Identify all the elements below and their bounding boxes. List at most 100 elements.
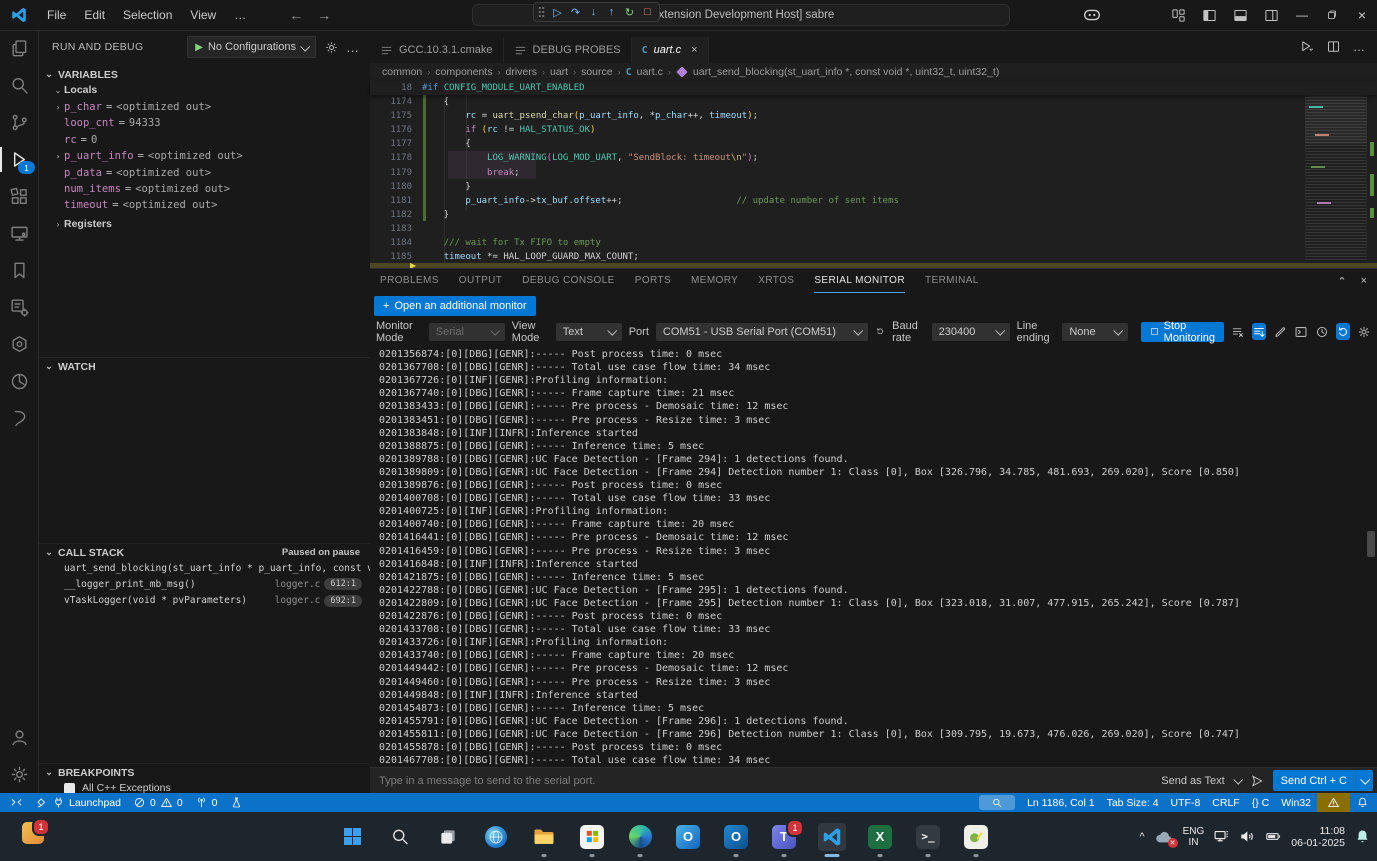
taskbar-outlook-classic[interactable]: O [722, 823, 750, 851]
menu-edit[interactable]: Edit [75, 4, 114, 26]
editor-scrollbar[interactable] [1367, 82, 1377, 268]
toggle-sidebar-icon[interactable] [1202, 8, 1217, 23]
experiments-indicator[interactable] [224, 793, 249, 812]
remote-indicator[interactable] [4, 793, 29, 812]
forward-arrow-icon[interactable]: → [317, 7, 331, 23]
section-breakpoints[interactable]: ⌄BREAKPOINTS [38, 763, 370, 781]
step-over-button[interactable]: ↷ [568, 5, 583, 20]
variable-row[interactable]: num_items=<optimized out> [38, 181, 370, 197]
tab-close-icon[interactable]: × [691, 44, 697, 56]
panel-tab-xrtos[interactable]: XRTOS [758, 269, 794, 293]
registers-row[interactable]: ›Registers [38, 216, 370, 232]
taskbar-file-explorer[interactable] [530, 823, 558, 851]
code-line[interactable]: 1182 } [370, 208, 1377, 222]
menu-selection[interactable]: Selection [114, 4, 181, 26]
panel-tab-memory[interactable]: MEMORY [691, 269, 738, 293]
taskbar-edge[interactable] [626, 823, 654, 851]
network-icon[interactable] [1213, 828, 1230, 845]
code-line[interactable]: 1174 { [370, 95, 1377, 109]
minimap[interactable] [1305, 82, 1367, 260]
step-out-button[interactable]: ↑ [604, 5, 619, 20]
battery-icon[interactable] [1265, 828, 1282, 845]
taskbar-clock[interactable]: 11:08 06-01-2025 [1291, 825, 1345, 849]
taskbar-outlook-new[interactable]: O [674, 823, 702, 851]
sidebar-more-actions-icon[interactable]: … [346, 40, 360, 55]
breakpoint-checkbox[interactable] [64, 783, 75, 794]
notifications-bell[interactable] [1350, 793, 1375, 812]
expand-icon[interactable]: › [52, 103, 64, 112]
activity-hook-tool[interactable] [0, 400, 38, 437]
section-variables[interactable]: ⌄VARIABLES [38, 66, 370, 83]
breadcrumb-item[interactable]: source [581, 66, 613, 78]
send-as-chevron-icon[interactable] [1233, 775, 1243, 785]
panel-tab-problems[interactable]: PROBLEMS [380, 269, 439, 293]
serial-message-input[interactable]: Type in a message to send to the serial … [379, 775, 595, 787]
breadcrumb-item[interactable]: drivers [505, 66, 537, 78]
start-debug-icon[interactable]: ▶ [195, 42, 203, 53]
volume-icon[interactable] [1239, 828, 1256, 845]
breakpoint-row[interactable]: All C++ Exceptions [38, 780, 370, 793]
taskbar-terminal[interactable]: >_ [914, 823, 942, 851]
copilot-icon[interactable] [1081, 4, 1103, 26]
activity-pie-clock[interactable] [0, 363, 38, 400]
ports-indicator[interactable]: 0 [189, 793, 224, 812]
code-line[interactable]: 1185 timeout *= HAL_LOOP_GUARD_MAX_COUNT… [370, 250, 1377, 264]
refresh-ports-icon[interactable] [875, 324, 885, 339]
expand-icon[interactable]: › [52, 152, 64, 161]
launchpad-item[interactable]: Launchpad [29, 793, 127, 812]
variable-row[interactable]: rc=0 [38, 132, 370, 148]
activity-code-runner[interactable] [0, 289, 38, 326]
breadcrumb-item[interactable]: uart_send_blocking(st_uart_info *, const… [693, 66, 999, 78]
taskbar-vscode[interactable] [818, 823, 846, 851]
clear-output-button[interactable] [1231, 323, 1245, 340]
activity-remote-explorer[interactable] [0, 215, 38, 252]
select-port[interactable]: COM51 - USB Serial Port (COM51) [656, 323, 868, 341]
run-file-icon[interactable] [1299, 39, 1314, 54]
status-item-0[interactable]: Ln 1186, Col 1 [1021, 793, 1101, 812]
code-line[interactable]: 1177 { [370, 137, 1377, 151]
select-line-ending[interactable]: None [1062, 323, 1128, 341]
toggle-secondary-sidebar-icon[interactable] [1264, 8, 1279, 23]
activity-account[interactable] [0, 719, 38, 756]
section-call-stack[interactable]: ⌄CALL STACKPaused on pause [38, 543, 370, 561]
status-item-1[interactable]: Tab Size: 4 [1101, 793, 1165, 812]
breadcrumb-item[interactable]: components [435, 66, 492, 78]
code-line[interactable]: 1181 p_uart_info->tx_buf.offset++; // up… [370, 194, 1377, 208]
step-into-button[interactable]: ↓ [586, 5, 601, 20]
code-line[interactable]: 1178 LOG_WARNING(LOG_MOD_UART, "SendBloc… [370, 151, 1377, 165]
stop-monitoring-button[interactable]: ◻Stop Monitoring [1141, 322, 1224, 342]
select-baud-rate[interactable]: 230400 [932, 323, 1010, 341]
activity-bookmarks[interactable] [0, 252, 38, 289]
activity-extensions[interactable] [0, 178, 38, 215]
auto-reconnect-button[interactable] [1336, 323, 1350, 340]
status-item-5[interactable]: Win32 [1275, 793, 1317, 812]
status-item-3[interactable]: CRLF [1206, 793, 1245, 812]
taskbar-task-view[interactable] [434, 823, 462, 851]
tab-gcc-10-3-1-cmake[interactable]: GCC.10.3.1.cmake [370, 37, 504, 63]
close-button[interactable]: × [1347, 0, 1377, 30]
variable-row[interactable]: loop_cnt=94333 [38, 115, 370, 131]
language-indicator[interactable]: ENGIN [1183, 826, 1205, 848]
notification-bell-icon[interactable] [1354, 828, 1371, 845]
call-stack-frame[interactable]: __logger_print_mb_msg()logger.c612:1 [38, 576, 370, 592]
menu-more[interactable]: … [225, 4, 255, 26]
panel-tab-serial-monitor[interactable]: SERIAL MONITOR [814, 269, 905, 293]
toggle-panel-icon[interactable] [1233, 8, 1248, 23]
minimize-button[interactable]: — [1287, 0, 1317, 30]
select-view-mode[interactable]: Text [556, 323, 622, 341]
status-item-4[interactable]: {} C [1246, 793, 1276, 812]
breadcrumb-item[interactable]: uart [550, 66, 568, 78]
panel-tab-terminal[interactable]: TERMINAL [925, 269, 979, 293]
drag-grip-icon[interactable] [538, 6, 545, 18]
customize-layout-icon[interactable] [1171, 8, 1186, 23]
code-line[interactable]: 1179 break; [370, 166, 1377, 180]
panel-scrollbar-thumb[interactable] [1367, 531, 1375, 557]
restart-button[interactable]: ↻ [622, 5, 637, 20]
sticky-scroll-line[interactable]: 18#if CONFIG_MODULE_UART_ENABLED [370, 81, 1377, 95]
send-message-icon[interactable] [1250, 774, 1264, 788]
taskbar-search[interactable] [386, 823, 414, 851]
activity-run-and-debug[interactable]: 1 [0, 141, 38, 178]
code-line[interactable]: 1175 rc = uart_psend_char(p_uart_info, *… [370, 109, 1377, 123]
taskbar-teams[interactable]: T1 [770, 823, 798, 851]
tab-debug-probes[interactable]: DEBUG PROBES [504, 37, 632, 63]
